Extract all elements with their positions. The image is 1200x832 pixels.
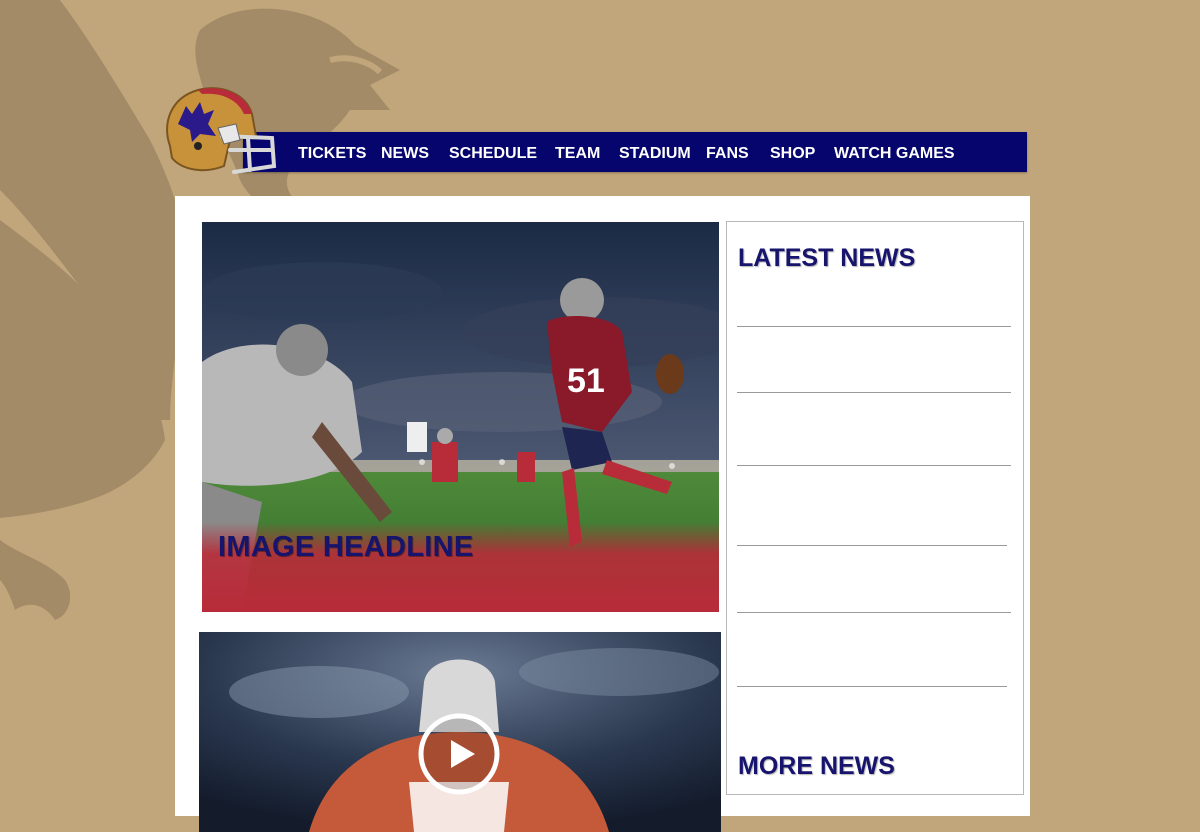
news-item-divider (737, 326, 1011, 327)
news-item-divider (737, 465, 1011, 466)
nav-item-watch-games[interactable]: WATCH GAMES (834, 132, 955, 172)
news-item-divider (737, 545, 1007, 546)
nav-item-schedule[interactable]: SCHEDULE (449, 132, 537, 172)
latest-news-panel: LATEST NEWS MORE NEWS (726, 221, 1024, 795)
helmet-logo-icon[interactable] (160, 84, 278, 180)
nav-item-team[interactable]: TEAM (555, 132, 600, 172)
nav-item-tickets[interactable]: TICKETS (298, 132, 366, 172)
news-item-divider (737, 686, 1007, 687)
news-item-divider (737, 612, 1011, 613)
latest-news-heading: LATEST NEWS (738, 244, 916, 272)
play-icon[interactable] (417, 712, 501, 796)
more-news-link[interactable]: MORE NEWS (738, 752, 895, 781)
main-navigation: TICKETS NEWS SCHEDULE TEAM STADIUM FANS … (243, 132, 1027, 172)
svg-text:51: 51 (567, 362, 605, 400)
nav-item-news[interactable]: NEWS (381, 132, 429, 172)
news-item-divider (737, 392, 1011, 393)
video-card[interactable] (199, 632, 721, 832)
nav-item-shop[interactable]: SHOP (770, 132, 815, 172)
hero-headline[interactable]: IMAGE HEADLINE (218, 531, 474, 564)
nav-item-stadium[interactable]: STADIUM (619, 132, 691, 172)
hero-image-card[interactable]: 51 IMAGE HEADLINE (202, 222, 719, 612)
main-content: 51 IMAGE HEADLINE LATEST NEWS MORE NEWS (175, 196, 1030, 832)
nav-item-fans[interactable]: FANS (706, 132, 749, 172)
